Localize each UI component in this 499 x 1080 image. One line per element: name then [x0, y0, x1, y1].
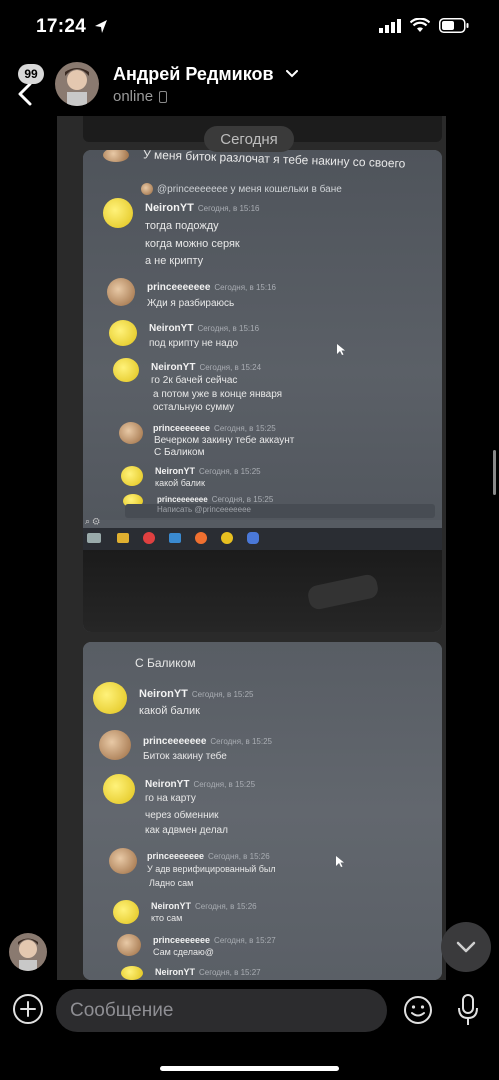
message-line: Сам сделаю@ [153, 947, 214, 957]
message-line: Вечерком закину тебе аккаунт [154, 435, 295, 446]
chevron-down-icon[interactable] [286, 70, 298, 78]
status-bar: 17:24 [0, 0, 499, 56]
contact-name[interactable]: Андрей Редмиков [113, 64, 274, 85]
message-header: NeironYT Сегодня, в 15:24 [151, 362, 262, 373]
location-arrow-icon [95, 20, 107, 33]
cellular-signal-icon [379, 18, 401, 33]
message-line: С Баликом [154, 447, 205, 458]
message-line: какой балик [155, 478, 205, 488]
battery-icon [439, 18, 469, 33]
message-line: какой балик [139, 705, 200, 717]
microphone-icon[interactable] [456, 994, 480, 1026]
message-header: NeironYT Сегодня, в 15:27 [155, 967, 261, 977]
message-line: остальную сумму [153, 402, 235, 413]
message-input[interactable]: Сообщение [56, 989, 387, 1032]
message-header: princeeeeeee Сегодня, в 15:25 [157, 495, 274, 504]
message-header: princeeeeeee Сегодня, в 15:25 [153, 423, 276, 433]
wifi-icon [410, 18, 430, 32]
unread-count-badge: 99 [18, 64, 44, 84]
photo-text: У меня биток разлочат я тебе накину со с… [142, 150, 406, 171]
message-header: princeeeeeee Сегодня, в 15:16 [147, 282, 276, 293]
message-header: princeeeeeee Сегодня, в 15:27 [153, 935, 276, 945]
chevron-down-icon [456, 941, 476, 953]
message-line: тогда подожду [145, 220, 219, 232]
contact-status: online [113, 88, 154, 105]
message-line: Ладно сам [149, 878, 194, 888]
avatar [109, 848, 137, 874]
avatar [103, 150, 129, 162]
compose-box: Написать @princeeeeeee [125, 504, 435, 518]
photo-text: С Баликом [135, 656, 196, 670]
home-indicator [160, 1066, 339, 1071]
avatar [113, 358, 139, 382]
message-line: го на карту [145, 793, 196, 804]
scroll-to-bottom-button[interactable] [441, 922, 491, 972]
message-line: Биток закину тебе [143, 751, 227, 762]
scroll-indicator[interactable] [493, 450, 496, 495]
message-header: princeeeeeee Сегодня, в 15:25 [143, 736, 272, 747]
cursor-icon [336, 856, 344, 867]
avatar [141, 183, 153, 195]
emoji-icon[interactable] [403, 995, 433, 1025]
date-divider: Сегодня [204, 126, 294, 152]
avatar [119, 422, 143, 444]
message-line: под крипту не надо [149, 338, 239, 349]
avatar [109, 320, 137, 346]
status-time: 17:24 [36, 16, 87, 37]
message-line: го 2к бачей сейчас [151, 375, 238, 386]
sender-avatar[interactable] [9, 933, 47, 971]
mobile-device-icon [159, 91, 167, 103]
photo-attachment-2[interactable]: С Баликом NeironYT Сегодня, в 15:25 какой… [83, 642, 442, 980]
message-header: princeeeeeee Сегодня, в 15:26 [147, 851, 270, 861]
message-header: NeironYT Сегодня, в 15:16 [145, 202, 260, 214]
message-line: а потом уже в конце января [153, 389, 283, 400]
plus-icon [20, 1001, 36, 1017]
message-line: а не крипту [145, 255, 204, 267]
message-line: через обменник [145, 810, 219, 821]
cursor-icon [337, 344, 345, 355]
avatar [103, 198, 133, 228]
avatar [113, 900, 139, 924]
reply-quote: @princeeeeeee у меня кошельки в бане [157, 184, 342, 195]
attach-button[interactable] [13, 994, 43, 1024]
avatar [99, 730, 131, 760]
avatar [93, 682, 127, 714]
message-line: У адв верифицированный был [147, 864, 276, 874]
compose-placeholder: Написать @princeeeeeee [157, 505, 251, 514]
photo-screen-content: С Баликом NeironYT Сегодня, в 15:25 какой… [83, 642, 442, 980]
photo-desk-area [83, 550, 442, 632]
message-line: кто сам [151, 913, 183, 923]
contact-avatar[interactable] [55, 62, 99, 106]
message-line: как адвмен делал [145, 825, 228, 836]
settings-gear-icon: ⌕ ⚙ [85, 516, 100, 526]
message-header: NeironYT Сегодня, в 15:26 [151, 901, 257, 911]
message-header: NeironYT Сегодня, в 15:16 [149, 323, 260, 334]
avatar [121, 466, 143, 486]
status-indicators [379, 18, 469, 33]
message-header: NeironYT Сегодня, в 15:25 [145, 779, 256, 790]
avatar [121, 966, 143, 980]
message-line: Жди я разбираюсь [147, 298, 235, 309]
photo-attachment-1[interactable]: У меня биток разлочат я тебе накину со с… [83, 150, 442, 632]
message-header: NeironYT Сегодня, в 15:25 [139, 688, 254, 700]
chat-header: 99 Андрей Редмиков online [0, 56, 499, 116]
avatar [103, 774, 135, 804]
message-header: NeironYT Сегодня, в 15:25 [155, 466, 261, 476]
photo-taskbar [83, 528, 442, 550]
photo-screen-content: У меня биток разлочат я тебе накину со с… [83, 150, 442, 526]
avatar [117, 934, 141, 956]
avatar [107, 278, 135, 306]
message-line: когда можно серяк [145, 238, 240, 250]
